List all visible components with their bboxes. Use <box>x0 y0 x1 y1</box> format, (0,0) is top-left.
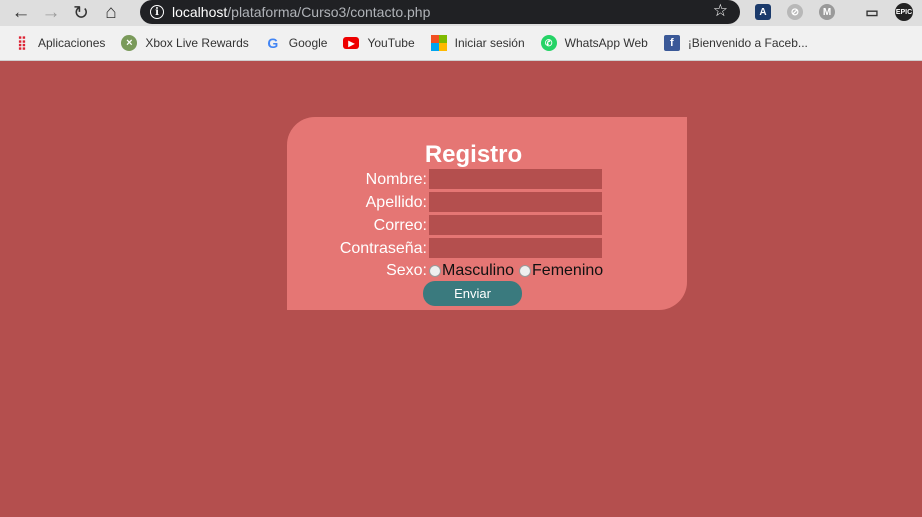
reload-icon[interactable]: ↻ <box>66 0 96 26</box>
row-correo: Correo: <box>287 215 687 236</box>
registration-form: Registro Nombre: Apellido: Correo: Contr… <box>287 117 687 310</box>
apellido-input[interactable] <box>429 192 602 212</box>
apellido-label: Apellido: <box>365 194 427 211</box>
female-label: Femenino <box>532 261 604 279</box>
male-label: Masculino <box>442 261 515 279</box>
row-apellido: Apellido: <box>287 192 687 213</box>
profile-avatar-icon[interactable]: EPIC <box>895 3 913 21</box>
extension-a-icon[interactable]: A <box>755 4 771 20</box>
extension-m-icon[interactable]: M <box>819 4 835 20</box>
url-path: /plataforma/Curso3/contacto.php <box>227 4 431 20</box>
home-icon[interactable]: ⌂ <box>96 0 126 26</box>
bookmark-label: YouTube <box>367 36 415 50</box>
sexo-label: Sexo: <box>386 262 427 279</box>
bookmark-xbox[interactable]: × Xbox Live Rewards <box>121 35 249 51</box>
youtube-icon: ▶ <box>343 37 360 49</box>
bookmark-facebook[interactable]: f ¡Bienvenido a Faceb... <box>663 35 808 51</box>
row-password: Contraseña: <box>287 238 687 259</box>
cast-icon[interactable]: ▭ <box>864 4 880 20</box>
google-icon: G <box>267 35 279 51</box>
bookmark-label: Aplicaciones <box>38 36 106 50</box>
xbox-icon: × <box>121 35 138 51</box>
bookmark-label: Iniciar sesión <box>454 36 525 50</box>
url-host: localhost <box>172 4 228 20</box>
apps-grid-icon: ⣿ <box>17 35 27 50</box>
microsoft-icon <box>430 35 447 51</box>
form-title: Registro <box>424 141 523 168</box>
bookmark-label: Xbox Live Rewards <box>145 36 249 50</box>
bookmark-label: Google <box>288 36 328 50</box>
browser-toolbar: ← → ↻ ⌂ i localhost/plataforma/Curso3/co… <box>0 0 922 26</box>
sexo-options: Masculino Femenino <box>429 260 603 281</box>
correo-label: Correo: <box>373 217 427 234</box>
back-arrow-icon[interactable]: ← <box>6 0 36 26</box>
submit-button[interactable]: Enviar <box>423 281 522 306</box>
forward-arrow-icon[interactable]: → <box>36 0 66 26</box>
bookmark-whatsapp[interactable]: ✆ WhatsApp Web <box>540 35 648 51</box>
bookmark-aplicaciones[interactable]: ⣿ Aplicaciones <box>14 35 105 51</box>
nombre-input[interactable] <box>429 169 602 189</box>
password-input[interactable] <box>429 238 602 258</box>
male-radio[interactable] <box>429 264 441 277</box>
address-bar[interactable]: i localhost/plataforma/Curso3/contacto.p… <box>140 0 740 24</box>
bookmark-google[interactable]: G Google <box>265 35 328 51</box>
bookmark-star-icon[interactable]: ☆ <box>713 1 728 21</box>
row-nombre: Nombre: <box>287 169 687 190</box>
female-radio[interactable] <box>519 264 532 277</box>
extension-link-icon[interactable]: ⊘ <box>787 4 803 20</box>
site-info-icon[interactable]: i <box>150 5 164 19</box>
bookmark-youtube[interactable]: ▶ YouTube <box>343 36 415 50</box>
facebook-icon: f <box>663 35 680 51</box>
nombre-label: Nombre: <box>365 171 427 188</box>
bookmarks-bar: ⣿ Aplicaciones × Xbox Live Rewards G Goo… <box>0 26 922 61</box>
password-label: Contraseña: <box>339 240 427 257</box>
correo-input[interactable] <box>429 215 602 235</box>
row-sexo: Sexo: Masculino Femenino <box>287 260 687 281</box>
bookmark-label: WhatsApp Web <box>564 36 648 50</box>
whatsapp-icon: ✆ <box>540 35 557 51</box>
bookmark-label: ¡Bienvenido a Faceb... <box>687 36 808 50</box>
bookmark-iniciar-sesion[interactable]: Iniciar sesión <box>430 35 525 51</box>
